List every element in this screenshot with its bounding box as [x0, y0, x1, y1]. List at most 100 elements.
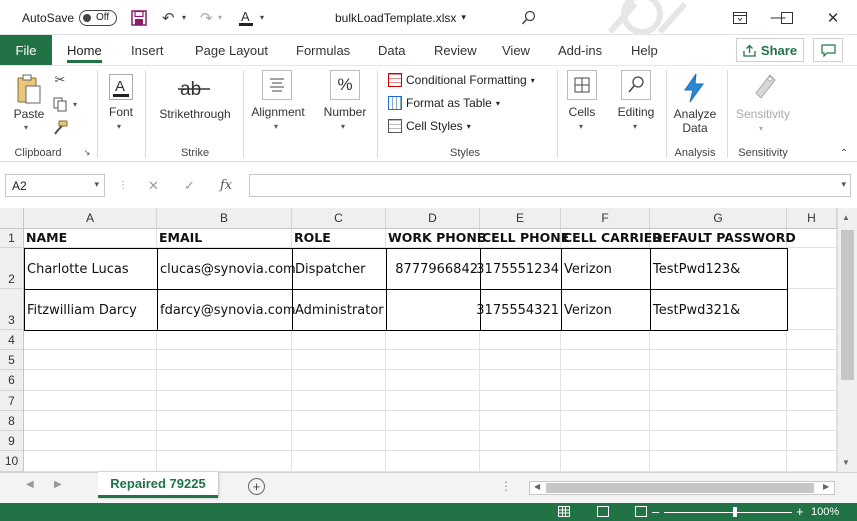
data-cell[interactable]: TestPwd321&: [650, 289, 788, 331]
empty-cell[interactable]: [561, 451, 650, 472]
empty-cell[interactable]: [787, 350, 837, 370]
cells-caret-icon[interactable]: ▾: [579, 122, 583, 131]
redo-dropdown-icon[interactable]: ▾: [218, 0, 222, 35]
empty-cell[interactable]: [24, 330, 157, 350]
undo-dropdown-icon[interactable]: ▾: [182, 0, 186, 35]
empty-cell[interactable]: [157, 411, 292, 431]
empty-cell[interactable]: [386, 411, 480, 431]
cut-icon[interactable]: ✂: [52, 72, 68, 88]
empty-cell[interactable]: [787, 289, 837, 330]
cells-label[interactable]: Cells: [560, 105, 604, 119]
header-cell[interactable]: NAME: [24, 229, 157, 248]
empty-cell[interactable]: [24, 391, 157, 411]
cancel-icon[interactable]: ✕: [148, 174, 159, 197]
empty-cell[interactable]: [787, 391, 837, 411]
empty-cell[interactable]: [292, 411, 386, 431]
empty-cell[interactable]: [386, 370, 480, 391]
column-header[interactable]: A: [24, 208, 157, 229]
insert-function-icon[interactable]: fx: [220, 174, 232, 197]
paste-label[interactable]: Paste: [12, 107, 46, 121]
empty-cell[interactable]: [650, 411, 787, 431]
paste-icon[interactable]: [14, 72, 44, 106]
data-cell[interactable]: Charlotte Lucas: [24, 248, 158, 290]
empty-cell[interactable]: [480, 431, 561, 451]
cell-styles-button[interactable]: Cell Styles ▾: [388, 116, 471, 136]
select-all-corner[interactable]: [0, 208, 24, 229]
qat-more-icon[interactable]: ▾: [260, 0, 264, 35]
empty-cell[interactable]: [650, 451, 787, 472]
column-header[interactable]: E: [480, 208, 561, 229]
data-cell[interactable]: fdarcy@synovia.com: [157, 289, 296, 331]
tab-home[interactable]: Home: [67, 35, 102, 65]
empty-cell[interactable]: [386, 391, 480, 411]
horizontal-scrollbar[interactable]: ◀ ▶: [529, 481, 835, 495]
strikethrough-icon[interactable]: ab: [178, 76, 212, 102]
data-cell[interactable]: Verizon: [561, 289, 651, 331]
empty-cell[interactable]: [480, 411, 561, 431]
row-header[interactable]: 10: [0, 451, 24, 472]
header-cell[interactable]: DEFAULT PASSWORD: [650, 229, 796, 248]
sensitivity-caret-icon[interactable]: ▾: [759, 124, 763, 133]
scroll-right-icon[interactable]: ▶: [823, 482, 829, 491]
column-header[interactable]: C: [292, 208, 386, 229]
empty-cell[interactable]: [650, 350, 787, 370]
empty-cell[interactable]: [386, 431, 480, 451]
format-painter-icon[interactable]: [52, 119, 68, 135]
tab-file[interactable]: File: [0, 35, 52, 65]
number-format-icon[interactable]: %: [330, 70, 360, 100]
empty-cell[interactable]: [480, 451, 561, 472]
data-cell[interactable]: 3175551234: [476, 248, 562, 290]
empty-cell[interactable]: [480, 330, 561, 350]
autosave-toggle[interactable]: Off: [79, 0, 117, 35]
paste-caret-icon[interactable]: ▾: [24, 123, 28, 132]
scroll-up-icon[interactable]: ▲: [842, 213, 850, 222]
font-label[interactable]: Font: [103, 105, 139, 119]
sensitivity-label[interactable]: Sensitivity: [731, 107, 795, 121]
header-cell[interactable]: ROLE: [292, 229, 386, 248]
empty-cell[interactable]: [561, 330, 650, 350]
empty-cell[interactable]: [561, 411, 650, 431]
empty-cell[interactable]: [561, 370, 650, 391]
undo-icon[interactable]: ↶: [162, 0, 175, 35]
tab-data[interactable]: Data: [378, 35, 405, 65]
empty-cell[interactable]: [561, 391, 650, 411]
copy-icon[interactable]: [52, 96, 68, 112]
redo-icon[interactable]: ↷: [200, 0, 213, 35]
empty-cell[interactable]: [650, 330, 787, 350]
empty-cell[interactable]: [292, 350, 386, 370]
row-header[interactable]: 3: [0, 289, 24, 330]
header-cell[interactable]: CELL PHONE: [480, 229, 569, 248]
sheet-next-icon[interactable]: ▶: [54, 479, 62, 490]
sheet-prev-icon[interactable]: ◀: [26, 479, 34, 490]
column-header[interactable]: D: [386, 208, 480, 229]
analyze-data-icon[interactable]: [680, 72, 708, 104]
empty-cell[interactable]: [292, 391, 386, 411]
header-cell[interactable]: EMAIL: [157, 229, 292, 248]
empty-cell[interactable]: [24, 411, 157, 431]
row-header[interactable]: 7: [0, 391, 24, 411]
sensitivity-icon[interactable]: [749, 70, 779, 102]
empty-cell[interactable]: [157, 370, 292, 391]
empty-cell[interactable]: [157, 391, 292, 411]
tab-addins[interactable]: Add-ins: [558, 35, 602, 65]
empty-cell[interactable]: [787, 411, 837, 431]
header-cell[interactable]: WORK PHONE: [386, 229, 485, 248]
row-header[interactable]: 8: [0, 411, 24, 431]
clipboard-launcher-icon[interactable]: ↘: [82, 147, 92, 157]
empty-cell[interactable]: [386, 330, 480, 350]
data-cell[interactable]: 3175554321: [476, 289, 562, 331]
vertical-scroll-thumb[interactable]: [841, 230, 854, 380]
maximize-icon[interactable]: [764, 0, 810, 35]
tab-help[interactable]: Help: [631, 35, 658, 65]
empty-cell[interactable]: [561, 431, 650, 451]
empty-cell[interactable]: [157, 350, 292, 370]
empty-cell[interactable]: [292, 451, 386, 472]
zoom-in-icon[interactable]: +: [796, 504, 804, 519]
save-icon[interactable]: [131, 0, 147, 35]
conditional-formatting-button[interactable]: Conditional Formatting ▾: [388, 70, 535, 90]
font-icon[interactable]: A: [106, 72, 136, 102]
empty-cell[interactable]: [24, 350, 157, 370]
header-cell[interactable]: CELL CARRIER: [561, 229, 662, 248]
empty-cell[interactable]: [787, 330, 837, 350]
empty-cell[interactable]: [480, 370, 561, 391]
